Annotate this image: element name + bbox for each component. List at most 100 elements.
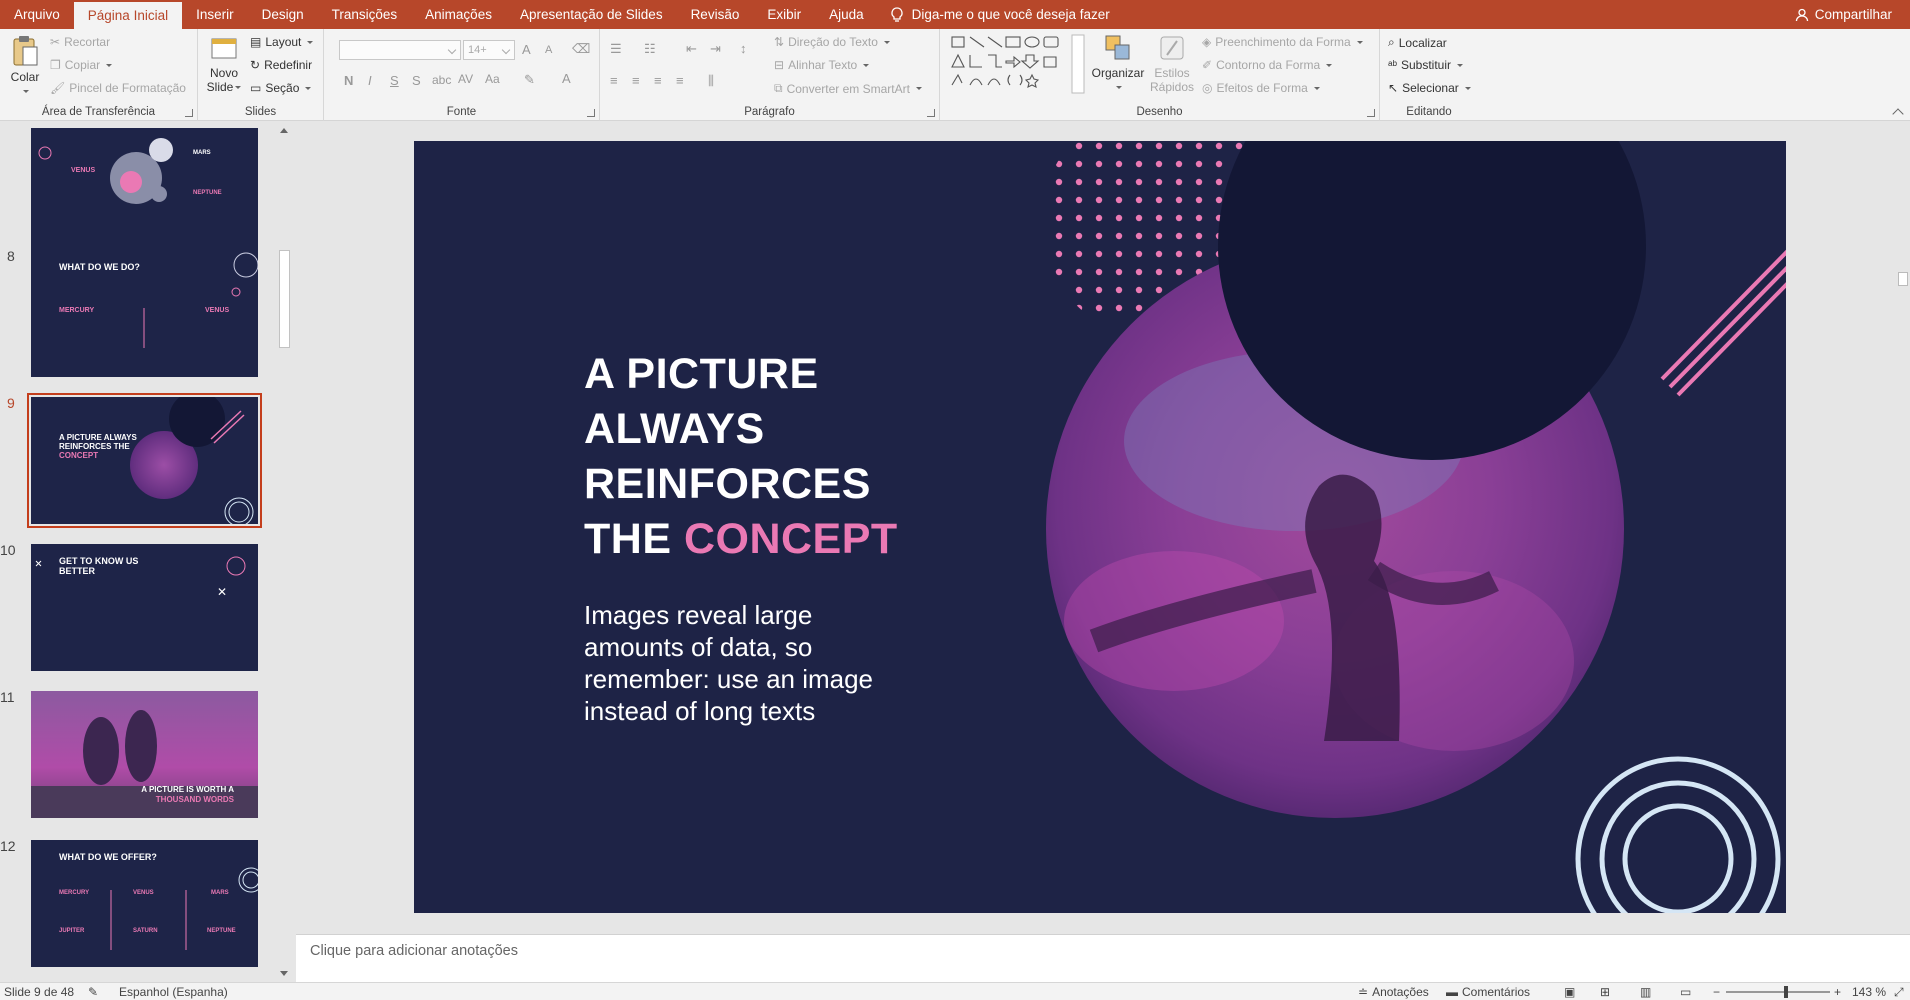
slide-body-text[interactable]: Images reveal large amounts of data, so … [584, 599, 914, 727]
align-left-icon[interactable]: ≡ [610, 73, 618, 88]
shadow-button[interactable]: S [412, 73, 421, 88]
shape-effects-button[interactable]: ◎ Efeitos de Forma [1202, 81, 1320, 95]
new-slide-icon [211, 38, 237, 59]
reading-view-icon[interactable]: ▥ [1640, 985, 1651, 999]
zoom-level[interactable]: 143 % [1852, 985, 1886, 999]
numbering-icon[interactable]: ☷ [644, 41, 656, 57]
tell-me-box[interactable]: Diga-me o que você deseja fazer [878, 0, 1122, 29]
cut-button[interactable]: ✂ Recortar [50, 35, 110, 49]
status-bar: Slide 9 de 48 ✎ Espanhol (Espanha) ≐ Anot… [0, 982, 1910, 1000]
fit-to-window-icon[interactable]: ⤢ [1894, 985, 1904, 1000]
thumbnail-scrollbar[interactable] [276, 122, 293, 982]
slide-headline[interactable]: A PICTURE ALWAYS REINFORCES THE CONCEPT [584, 347, 898, 567]
collapse-ribbon-icon[interactable] [1892, 108, 1904, 120]
underline-button[interactable]: S [390, 73, 399, 88]
strikethrough-icon[interactable]: abc [432, 73, 451, 87]
clear-format-icon[interactable]: ⌫ [572, 41, 590, 57]
share-button[interactable]: Compartilhar [1777, 0, 1910, 29]
tab-pagina-inicial[interactable]: Página Inicial [73, 2, 183, 29]
shape-outline-button[interactable]: ✐ Contorno da Forma [1202, 58, 1333, 72]
format-painter-label: Pincel de Formatação [69, 81, 186, 95]
quick-styles-button[interactable]: Estilos Rápidos [1148, 33, 1196, 94]
slide-thumbnail-9[interactable]: A PICTURE ALWAYS REINFORCES THE CONCEPT [27, 393, 262, 528]
shrink-font-button[interactable]: A [545, 44, 552, 56]
shape-fill-button[interactable]: ◈ Preenchimento da Forma [1202, 35, 1363, 49]
font-color-button[interactable]: A [562, 71, 571, 86]
change-case-button[interactable]: Aa [485, 72, 500, 86]
font-name-combo[interactable] [339, 40, 461, 60]
scroll-thumb[interactable] [279, 250, 290, 348]
paragraph-launcher-icon[interactable] [927, 109, 935, 117]
cut-label: Recortar [64, 35, 111, 49]
convert-smartart-button[interactable]: ⧉ Converter em SmartArt [774, 81, 922, 96]
paste-button[interactable]: Colar [6, 35, 44, 98]
notes-toggle[interactable]: ≐ Anotações [1358, 985, 1429, 999]
line-spacing-icon[interactable]: ↕ [740, 41, 747, 56]
slide-thumbnail-12[interactable]: WHAT DO WE OFFER? MERCURY VENUS MARS JUP… [31, 840, 258, 967]
pink-line-2 [1668, 265, 1786, 389]
tab-arquivo[interactable]: Arquivo [0, 0, 74, 29]
tab-ajuda[interactable]: Ajuda [815, 0, 878, 29]
tab-transicoes[interactable]: Transições [318, 0, 412, 29]
bullets-icon[interactable]: ☰ [610, 41, 622, 57]
current-slide[interactable]: A PICTURE ALWAYS REINFORCES THE CONCEPT … [414, 141, 1786, 913]
drawing-launcher-icon[interactable] [1367, 109, 1375, 117]
slide-thumbnail-11[interactable]: A PICTURE IS WORTH A THOUSAND WORDS [31, 691, 258, 818]
zoom-out-icon[interactable]: − [1713, 985, 1720, 999]
replace-button[interactable]: ᵃᵇ Substituir [1388, 58, 1464, 72]
clipboard-launcher-icon[interactable] [185, 109, 193, 117]
grow-font-button[interactable]: A [522, 42, 531, 57]
text-direction-button[interactable]: ⇅ Direção do Texto [774, 35, 890, 49]
tab-revisao[interactable]: Revisão [677, 0, 754, 29]
tab-inserir[interactable]: Inserir [182, 0, 248, 29]
spellcheck-icon[interactable]: ✎ [88, 985, 98, 999]
bold-button[interactable]: N [344, 73, 353, 88]
char-spacing-button[interactable]: AV [458, 72, 473, 86]
font-size-combo[interactable]: 14+ [463, 40, 515, 60]
align-center-icon[interactable]: ≡ [632, 73, 640, 88]
new-slide-button[interactable]: Novo Slide [204, 33, 244, 94]
tab-design[interactable]: Design [248, 0, 318, 29]
slide-thumbnail-7[interactable]: VENUS MARS NEPTUNE [31, 128, 258, 255]
font-launcher-icon[interactable] [587, 109, 595, 117]
slideshow-view-icon[interactable]: ▭ [1680, 985, 1691, 999]
slide-sorter-icon[interactable]: ⊞ [1600, 985, 1610, 999]
ribbon-tab-bar: Arquivo Página Inicial Inserir Design Tr… [0, 0, 1910, 29]
clipboard-group: Colar ✂ Recortar ❐ Copiar 🖌 Pincel de Forma… [0, 29, 198, 121]
section-button[interactable]: ▭ Seção [250, 81, 312, 95]
align-right-icon[interactable]: ≡ [654, 73, 662, 88]
scroll-up-icon[interactable] [280, 128, 288, 133]
thumb11-title: A PICTURE IS WORTH A THOUSAND WORDS [141, 785, 234, 804]
find-button[interactable]: ⌕ Localizar [1388, 35, 1447, 50]
comments-toggle[interactable]: ▬ Comentários [1446, 985, 1530, 999]
zoom-slider[interactable] [1726, 986, 1830, 998]
tab-exibir[interactable]: Exibir [753, 0, 815, 29]
zoom-slider-handle[interactable] [1784, 986, 1788, 998]
reset-button[interactable]: ↻ Redefinir [250, 58, 312, 72]
layout-icon: ▤ [250, 35, 262, 49]
layout-button[interactable]: ▤ Layout [250, 35, 314, 49]
tab-apresentacao[interactable]: Apresentação de Slides [506, 0, 677, 29]
select-button[interactable]: ↖ Selecionar [1388, 81, 1471, 95]
tab-animacoes[interactable]: Animações [411, 0, 506, 29]
slide-thumbnail-10[interactable]: GET TO KNOW US BETTER ✕ [31, 544, 258, 671]
highlight-icon[interactable]: ✎ [524, 72, 535, 88]
shapes-gallery[interactable] [948, 33, 1086, 95]
copy-button[interactable]: ❐ Copiar [50, 58, 113, 72]
decrease-indent-icon[interactable]: ⇤ [686, 41, 697, 57]
editor-scrollbar[interactable] [1896, 122, 1910, 934]
zoom-in-icon[interactable]: + [1834, 985, 1841, 999]
increase-indent-icon[interactable]: ⇥ [710, 41, 721, 57]
scroll-down-icon[interactable] [280, 971, 288, 976]
align-text-button[interactable]: ⊟ Alinhar Texto [774, 58, 870, 72]
language-indicator[interactable]: Espanhol (Espanha) [119, 985, 228, 999]
notes-pane[interactable]: Clique para adicionar anotações [296, 934, 1910, 982]
format-painter-button[interactable]: 🖌 Pincel de Formatação [50, 81, 186, 95]
arrange-button[interactable]: Organizar [1090, 33, 1146, 94]
columns-icon[interactable]: ⫼ [708, 73, 714, 89]
italic-button[interactable]: I [368, 73, 372, 88]
normal-view-icon[interactable]: ▣ [1564, 985, 1575, 999]
editor-scroll-thumb[interactable] [1898, 272, 1908, 286]
slide-thumbnail-8[interactable]: WHAT DO WE DO? MERCURY VENUS [31, 250, 258, 377]
justify-icon[interactable]: ≡ [676, 73, 684, 88]
